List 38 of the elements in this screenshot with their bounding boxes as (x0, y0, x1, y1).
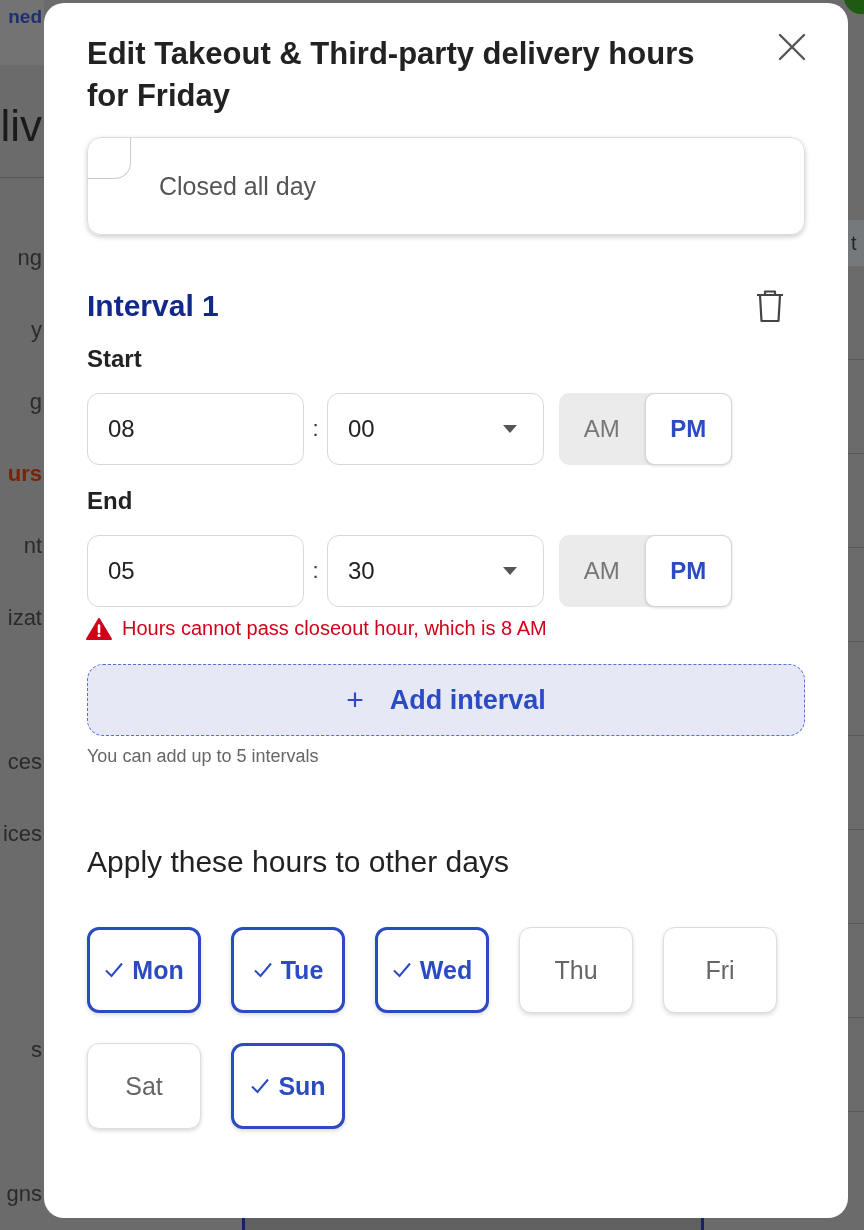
hour-field[interactable]: 05 (87, 535, 304, 607)
period-option[interactable]: PM (644, 535, 732, 607)
time-label: Start (87, 345, 143, 373)
period-option[interactable]: PM (644, 393, 732, 465)
time-label: End (87, 487, 134, 515)
page-title: liv (0, 101, 42, 152)
trash-icon[interactable] (755, 289, 785, 323)
table-header: t (848, 220, 864, 266)
check-icon (391, 961, 412, 979)
add-interval-button[interactable]: + Add interval (87, 664, 805, 736)
error-message: Hours cannot pass closeout hour, which is 8 AM (122, 617, 547, 640)
minute-select[interactable]: 00 (327, 393, 544, 465)
dialog-title: Edit Takeout & Third-party delivery hours for Friday (87, 35, 696, 115)
check-icon (252, 961, 273, 979)
minute-select[interactable]: 30 (327, 535, 544, 607)
day-toggle[interactable]: Thu (519, 927, 633, 1013)
period-option[interactable]: AM (559, 393, 645, 465)
day-toggle[interactable]: Sun (231, 1043, 345, 1129)
section-title: Apply these hours to other days (87, 845, 510, 879)
checkbox[interactable] (87, 137, 131, 179)
day-toggle[interactable]: Tue (231, 927, 345, 1013)
colon: : (311, 416, 320, 442)
warning-icon (86, 617, 112, 640)
day-toggle[interactable]: Mon (87, 927, 201, 1013)
check-icon (250, 1077, 271, 1095)
period-option[interactable]: AM (559, 535, 645, 607)
caret-icon (503, 567, 517, 575)
check-icon (104, 961, 125, 979)
hint-text: You can add up to 5 intervals (87, 746, 320, 767)
close-icon[interactable] (778, 33, 806, 61)
day-toggle[interactable]: Wed (375, 927, 489, 1013)
colon: : (311, 558, 320, 584)
closed-all-day-checkbox[interactable]: Closed all day (87, 137, 805, 235)
day-toggle[interactable]: Fri (663, 927, 777, 1013)
interval-title: Interval 1 (87, 289, 219, 323)
day-toggle[interactable]: Sat (87, 1043, 201, 1129)
hour-field[interactable]: 08 (87, 393, 304, 465)
caret-icon (503, 425, 517, 433)
